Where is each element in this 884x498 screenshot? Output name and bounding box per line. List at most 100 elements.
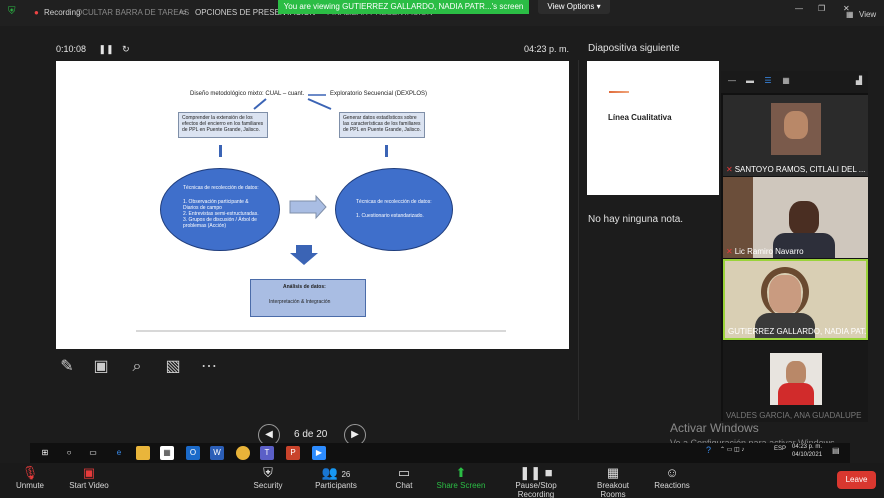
language-indicator[interactable]: ESP	[774, 446, 786, 452]
down-arrow-left	[219, 145, 222, 157]
video-tile-3[interactable]: GUTIERREZ GALLARDO, NADIA PAT...	[723, 259, 868, 340]
task-view-icon[interactable]: ▭	[86, 446, 100, 460]
gallery-view-icon[interactable]: ▦	[781, 76, 791, 86]
minimize-gallery-icon[interactable]: —	[727, 76, 737, 86]
security-button[interactable]: ⛨ Security	[251, 465, 285, 490]
zoom-icon[interactable]: ⌕	[126, 356, 148, 378]
share-screen-icon: ⬆	[455, 465, 467, 480]
presentation-clock: 04:23 p. m.	[524, 44, 570, 54]
clock-date: 04/10/2021	[792, 452, 823, 458]
speaker-notes: No hay ninguna nota.	[588, 214, 684, 225]
powerpoint-icon[interactable]: P	[286, 446, 300, 460]
viewing-screen-banner: You are viewing GUTIERREZ GALLARDO, NADI…	[278, 0, 529, 14]
zoom-app-icon[interactable]: ▶	[312, 446, 326, 460]
muted-mic-icon: 🎙	[21, 465, 39, 480]
start-video-button[interactable]: ▣ Start Video	[66, 465, 112, 490]
strip-view-icon[interactable]: ☰	[763, 76, 773, 86]
meeting-toolbar: 🎙 Unmute ▣ Start Video ⛨ Security 👥 26 P…	[0, 463, 884, 498]
minimize-icon[interactable]: —	[795, 4, 803, 13]
recording-dot-icon: ●	[34, 8, 39, 17]
recording-label: Recording	[44, 8, 81, 17]
view-button[interactable]: View	[859, 10, 876, 19]
windows-start-icon[interactable]: ⊞	[38, 446, 52, 460]
participants-icon: 👥 26	[321, 465, 351, 480]
activate-windows-title: Activar Windows	[670, 421, 759, 435]
windows-taskbar: ⊞ ○ ▭ e ▦ O W T P ▶ ? ⌃ ▭ ◫ ♪ ESP 04:23 …	[30, 443, 850, 463]
file-explorer-icon[interactable]	[136, 446, 150, 460]
start-video-label: Start Video	[69, 481, 109, 490]
slide-oval-right: Técnicas de recolección de datos: 1. Cue…	[335, 168, 453, 251]
unmute-button[interactable]: 🎙 Unmute	[12, 465, 48, 490]
hide-taskbar-menu[interactable]: OCULTAR BARRA DE TAREAS	[76, 8, 189, 17]
participant-name-1-text: SANTOYO RAMOS, CITLALI DEL ...	[734, 165, 866, 174]
breakout-rooms-button[interactable]: ▦ Breakout Rooms	[584, 465, 642, 498]
grid-view-icon[interactable]: ▦	[846, 10, 854, 19]
shield-icon: ⛨	[263, 465, 273, 480]
teams-icon[interactable]: T	[260, 446, 274, 460]
pause-stop-recording-button[interactable]: ❚❚ ■ Pause/Stop Recording	[496, 465, 576, 498]
participants-count: 26	[341, 470, 351, 479]
accent-bar	[609, 91, 629, 93]
monitor-icon: ▭	[180, 9, 187, 16]
slide-oval-left: Técnicas de recolección de datos: 1. Obs…	[160, 168, 280, 251]
participant-name-1: ✕ SANTOYO RAMOS, CITLALI DEL ...	[726, 165, 866, 174]
next-slide-thumbnail[interactable]: Línea Cualitativa	[587, 61, 719, 195]
shield-icon[interactable]: ⛨	[8, 6, 16, 17]
hair-3	[761, 267, 809, 317]
face-4	[786, 361, 806, 385]
clock-time: 04:23 p. m.	[792, 444, 823, 450]
video-tile-2[interactable]: ✕ Lic Ramiro Navarro	[723, 177, 868, 258]
black-screen-icon[interactable]: ▧	[162, 356, 184, 378]
oval-left-title: Técnicas de recolección de datos:	[183, 185, 259, 191]
slide-box-right: Generar datos estadísticos sobre las car…	[339, 112, 425, 138]
next-slide-label: Diapositiva siguiente	[588, 43, 680, 54]
video-off-icon: ▣	[82, 465, 96, 480]
more-options-icon[interactable]: ⋯	[198, 356, 220, 378]
search-icon[interactable]: ○	[62, 446, 76, 460]
participant-name-4: VALDES GARCIA, ANA GUADALUPE	[726, 411, 862, 420]
chat-button[interactable]: ▭ Chat	[392, 465, 416, 490]
chat-label: Chat	[395, 481, 413, 490]
unmute-label: Unmute	[15, 481, 44, 490]
outlook-icon[interactable]: O	[186, 446, 200, 460]
leave-button[interactable]: Leave	[837, 471, 876, 489]
view-options-button[interactable]: View Options ▾	[538, 0, 610, 14]
participant-name-2: ✕ Lic Ramiro Navarro	[726, 247, 866, 256]
participants-button[interactable]: 👥 26 Participants	[314, 465, 358, 490]
restore-icon[interactable]: ❐	[818, 4, 825, 13]
breakout-rooms-icon: ▦	[606, 465, 620, 480]
thumbnail-view-icon[interactable]: ▬	[745, 76, 755, 86]
slide-box-left-text: Comprender la extensión de los efectos d…	[182, 115, 264, 133]
slide-box-left: Comprender la extensión de los efectos d…	[178, 112, 268, 138]
bookshelf	[723, 177, 753, 258]
video-tile-1[interactable]: ✕ SANTOYO RAMOS, CITLALI DEL ...	[723, 95, 868, 176]
video-tile-4[interactable]: VALDES GARCIA, ANA GUADALUPE	[723, 341, 868, 422]
slide-sorter-icon[interactable]: ▣	[90, 356, 112, 378]
face-1	[784, 111, 808, 139]
help-icon[interactable]: ?	[706, 445, 711, 455]
oval-right-title: Técnicas de recolección de datos:	[356, 199, 432, 205]
pen-icon[interactable]: ✎	[56, 356, 78, 378]
reactions-button[interactable]: ☺ Reactions	[654, 465, 690, 490]
reset-icon[interactable]: ↻	[122, 44, 130, 54]
chrome-icon[interactable]	[236, 446, 250, 460]
participants-label: Participants	[315, 481, 357, 490]
store-icon[interactable]: ▦	[160, 446, 174, 460]
muted-mic-icon: ✕	[726, 165, 733, 174]
participant-video-4	[770, 353, 822, 405]
share-screen-button[interactable]: ⬆ Share Screen	[436, 465, 486, 490]
breakout-rooms-label: Breakout Rooms	[596, 481, 630, 498]
down-arrow-right	[385, 145, 388, 157]
timer-value: 0:10:08	[56, 44, 87, 54]
participant-video-1	[771, 103, 821, 155]
analysis-body: Interpretación & Integración	[269, 299, 331, 305]
slide-counter: 6 de 20	[294, 429, 328, 440]
oval-left-items: 1. Observación participante & Diarios de…	[183, 199, 259, 229]
slide-box-right-text: Generar datos estadísticos sobre las car…	[343, 115, 421, 133]
edge-icon[interactable]: e	[112, 446, 126, 460]
participant-name-2-text: Lic Ramiro Navarro	[734, 247, 804, 256]
pause-icon[interactable]: ❚❚	[99, 44, 114, 54]
notifications-icon[interactable]: ▤	[832, 446, 840, 455]
expand-gallery-icon[interactable]: ▟	[854, 76, 864, 86]
word-icon[interactable]: W	[210, 446, 224, 460]
